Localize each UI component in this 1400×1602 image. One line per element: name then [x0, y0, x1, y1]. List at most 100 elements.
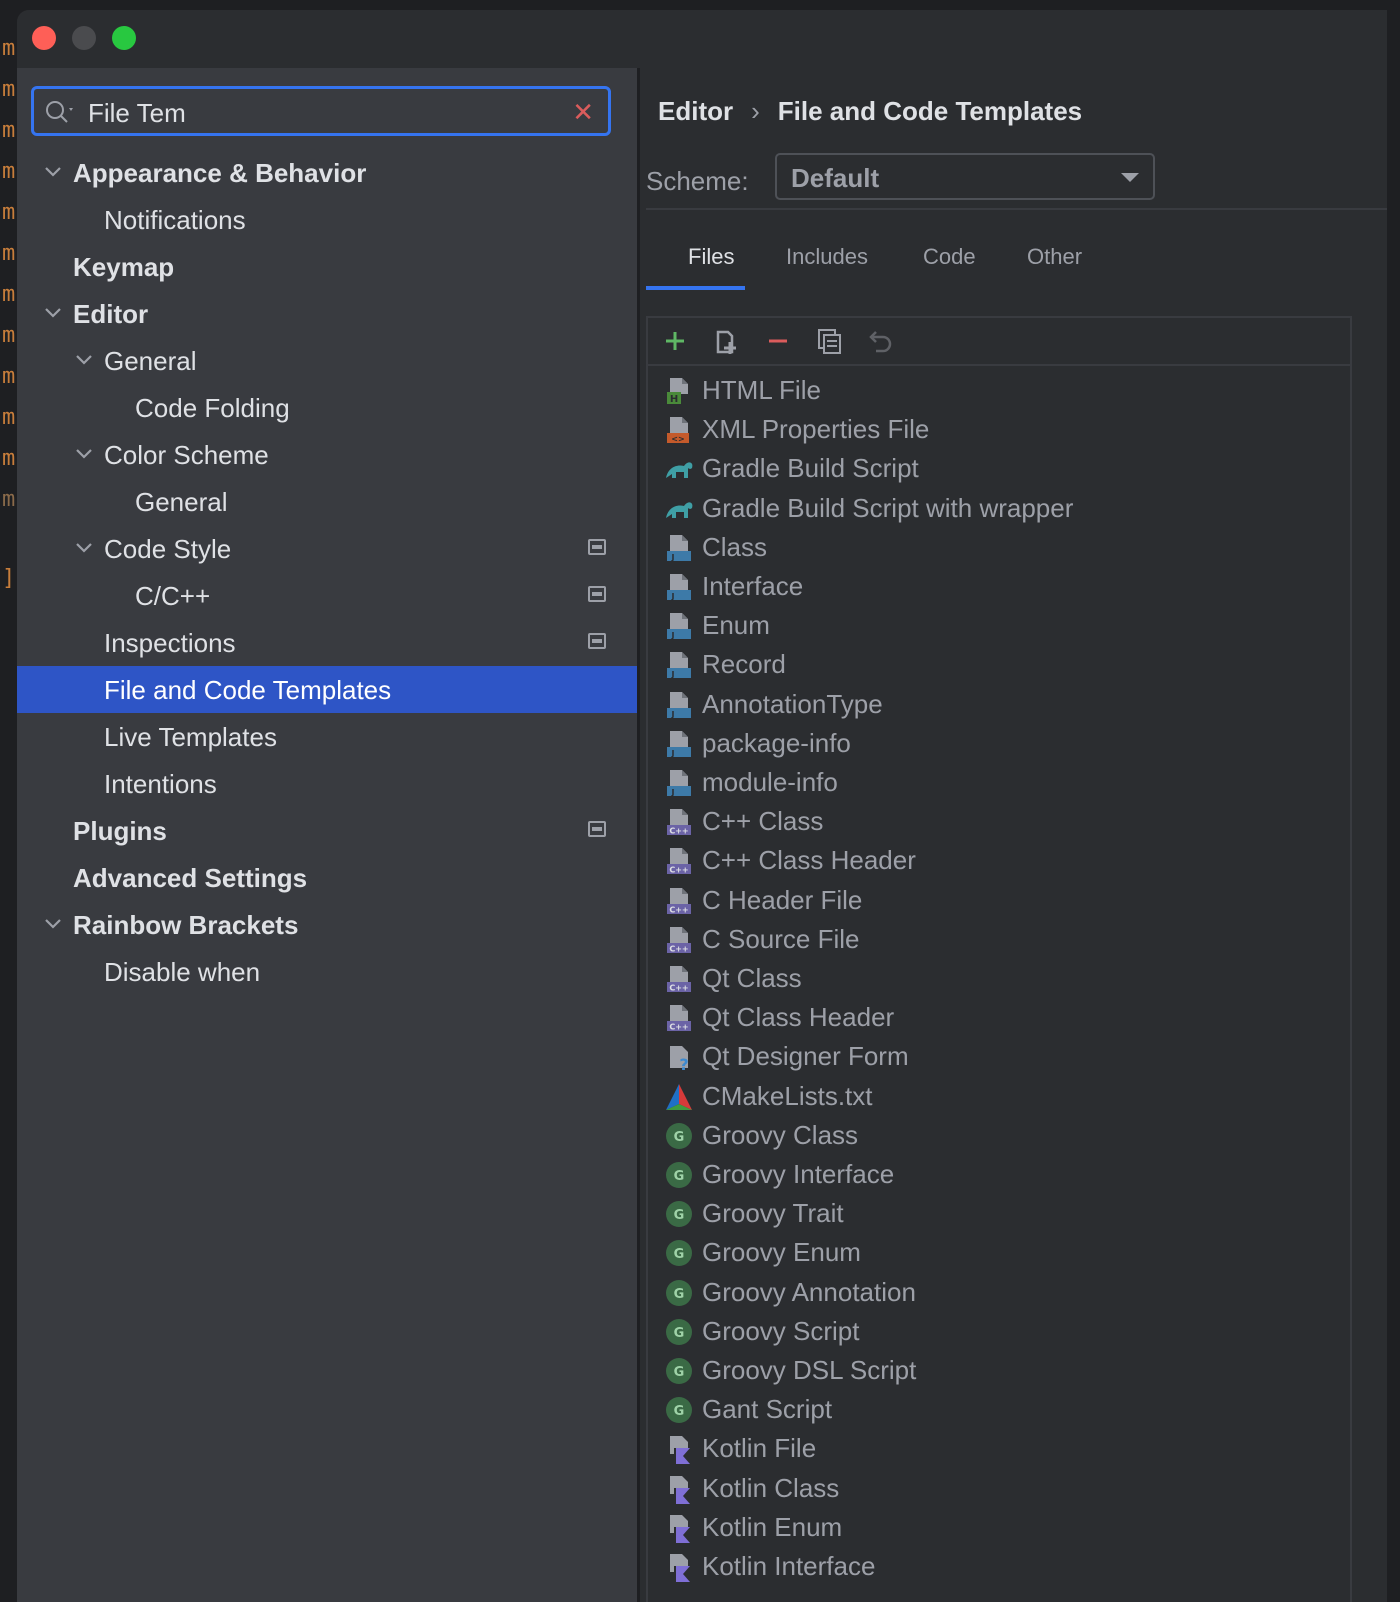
template-list-item[interactable]: G Gant Script [662, 1391, 1342, 1430]
template-list-item[interactable]: ? Qt Designer Form [662, 1038, 1342, 1077]
background-code-glyph: m [2, 364, 16, 389]
template-list-item[interactable]: Kotlin Enum [662, 1509, 1342, 1548]
add-icon[interactable] [658, 324, 692, 358]
sidebar-item-appearance-behavior[interactable]: Appearance & Behavior [17, 149, 637, 196]
copy-icon[interactable] [812, 324, 846, 358]
template-list-item[interactable]: C++ C++ Class Header [662, 842, 1342, 881]
template-list-item[interactable]: Jmodule-info [662, 764, 1342, 803]
sidebar-item-inspections[interactable]: Inspections [17, 619, 637, 666]
breadcrumb-parent[interactable]: Editor [658, 96, 733, 126]
title-bar [17, 10, 1400, 68]
background-code-glyph: m [2, 36, 16, 61]
reset-icon[interactable] [862, 324, 896, 358]
template-list-item[interactable]: J AnnotationType [662, 686, 1342, 725]
scheme-dropdown[interactable]: Default [775, 153, 1155, 200]
template-list-item[interactable]: J Interface [662, 568, 1342, 607]
template-label: Qt Designer Form [702, 1041, 909, 1072]
sidebar-item-general[interactable]: General [17, 478, 637, 525]
sidebar-item-plugins[interactable]: Plugins [17, 807, 637, 854]
chevron-down-icon[interactable] [73, 349, 95, 371]
tab-files[interactable]: Files [688, 244, 734, 270]
template-list-item[interactable]: J Record [662, 646, 1342, 685]
template-label: Groovy Class [702, 1119, 859, 1150]
template-label: Interface [702, 571, 804, 601]
sidebar-item-label: File and Code Templates [104, 675, 392, 705]
sidebar-item-file-and-code-templates[interactable]: File and Code Templates [17, 666, 637, 713]
template-label: C++ Class [702, 806, 824, 837]
template-list-item[interactable]: Gradle Build Script with wrapper [662, 490, 1342, 529]
cpp-file-icon: C++ [664, 925, 694, 955]
maximize-window-button[interactable] [112, 26, 136, 50]
tab-other[interactable]: Other [1027, 244, 1082, 270]
chevron-down-icon[interactable] [42, 161, 64, 183]
background-editor-strip: m m m m m m m m m m m m] [0, 0, 17, 1602]
cpp-file-icon: C++ [664, 886, 694, 916]
svg-text:J: J [671, 631, 675, 640]
tab-code[interactable]: Code [923, 244, 976, 270]
template-list-item[interactable]: H HTML File [662, 372, 1342, 411]
template-list-item[interactable]: Kotlin File [662, 1430, 1342, 1469]
template-list-item[interactable]: G Groovy Trait [662, 1195, 1342, 1234]
template-list-item[interactable]: C++ C++ Class [662, 803, 1342, 842]
chevron-down-icon[interactable] [73, 537, 95, 559]
svg-text:J: J [671, 749, 675, 758]
template-list-item[interactable]: Gradle Build Script [662, 450, 1342, 489]
close-window-button[interactable] [32, 26, 56, 50]
sidebar-item-rainbow-brackets[interactable]: Rainbow Brackets [17, 901, 637, 948]
template-list-item[interactable]: J Enum [662, 607, 1342, 646]
sidebar-item-label: Code Folding [135, 393, 290, 423]
chevron-down-icon[interactable] [42, 913, 64, 935]
clear-search-icon[interactable]: ✕ [572, 97, 594, 128]
sidebar-item-general[interactable]: General [17, 337, 637, 384]
template-list-item[interactable]: G Groovy Script [662, 1313, 1342, 1352]
chevron-down-icon [1121, 173, 1139, 182]
sidebar-item-keymap[interactable]: Keymap [17, 243, 637, 290]
background-code-glyph: m [2, 159, 16, 184]
sidebar-item-color-scheme[interactable]: Color Scheme [17, 431, 637, 478]
groovy-file-icon: G [664, 1238, 694, 1268]
template-list-item[interactable]: C++ Qt Class [662, 960, 1342, 999]
template-list-item[interactable]: Kotlin Interface [662, 1548, 1342, 1587]
template-list-item[interactable]: <> XML Properties File [662, 411, 1342, 450]
template-list-item[interactable]: C++ Qt Class Header [662, 999, 1342, 1038]
template-list-item[interactable]: G Groovy Enum [662, 1234, 1342, 1273]
sidebar-item-disable-when[interactable]: Disable when [17, 948, 637, 995]
template-list-item[interactable]: Kotlin Class [662, 1470, 1342, 1509]
template-list-item[interactable]: G Groovy Class [662, 1117, 1342, 1156]
remove-icon[interactable] [761, 324, 795, 358]
template-list-item[interactable]: G Groovy Annotation [662, 1274, 1342, 1313]
chevron-down-icon[interactable] [42, 302, 64, 324]
svg-text:G: G [674, 1326, 685, 1341]
background-code-glyph: m [2, 446, 16, 471]
sidebar-item-c-c[interactable]: C/C++ [17, 572, 637, 619]
svg-text:G: G [674, 1247, 685, 1262]
template-list-item[interactable]: G Groovy Interface [662, 1156, 1342, 1195]
sidebar-item-code-style[interactable]: Code Style [17, 525, 637, 572]
template-list-item[interactable]: C++ C Source File [662, 921, 1342, 960]
template-list-item[interactable]: G Groovy DSL Script [662, 1352, 1342, 1391]
template-list-item[interactable]: J Class [662, 529, 1342, 568]
sidebar-item-notifications[interactable]: Notifications [17, 196, 637, 243]
template-list-item[interactable]: Jpackage-info [662, 725, 1342, 764]
add-child-icon[interactable] [710, 324, 744, 358]
template-label: Kotlin File [702, 1433, 817, 1464]
svg-text:J: J [671, 788, 675, 797]
svg-text:C++: C++ [669, 866, 688, 875]
sidebar-item-advanced-settings[interactable]: Advanced Settings [17, 854, 637, 901]
chevron-down-icon[interactable] [73, 443, 95, 465]
search-input-value[interactable]: File Tem [88, 98, 186, 129]
sidebar-item-code-folding[interactable]: Code Folding [17, 384, 637, 431]
background-code-glyph: m [2, 323, 16, 348]
background-code-glyph: m [2, 118, 16, 143]
minimize-window-button[interactable] [72, 26, 96, 50]
sidebar-item-live-templates[interactable]: Live Templates [17, 713, 637, 760]
tab-includes[interactable]: Includes [786, 244, 868, 270]
template-label: Groovy Trait [702, 1198, 844, 1229]
template-list-item[interactable]: C++ C Header File [662, 882, 1342, 921]
svg-text:C++: C++ [669, 1023, 688, 1032]
kotlin-file-icon [664, 1513, 694, 1543]
template-list-item[interactable]: CMakeLists.txt [662, 1078, 1342, 1117]
sidebar-item-intentions[interactable]: Intentions [17, 760, 637, 807]
sidebar-item-editor[interactable]: Editor [17, 290, 637, 337]
settings-search-field[interactable]: File Tem ✕ [31, 86, 611, 136]
